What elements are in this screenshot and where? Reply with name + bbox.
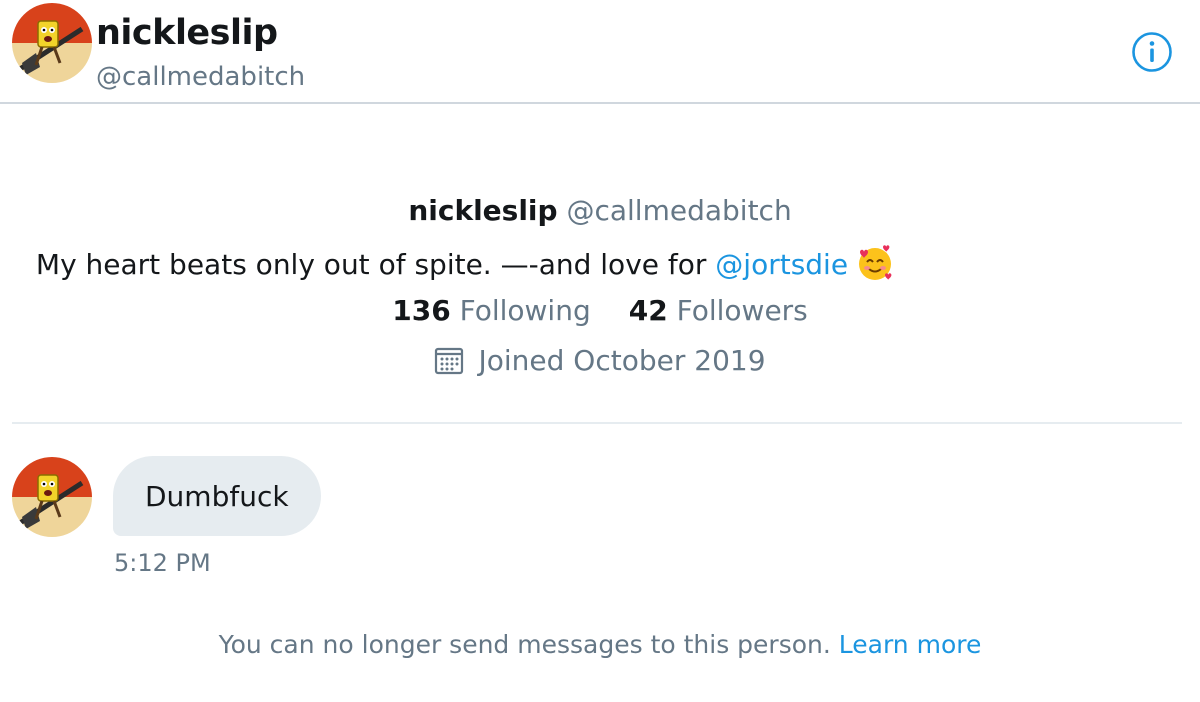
divider	[12, 422, 1182, 424]
message-avatar[interactable]	[12, 457, 92, 537]
profile-joined: Joined October 2019	[0, 344, 1200, 377]
following-count: 136	[392, 294, 451, 327]
message-timestamp: 5:12 PM	[114, 549, 211, 577]
bio-mention-link[interactable]: @jortsdie	[715, 248, 848, 281]
blocked-notice: You can no longer send messages to this …	[0, 630, 1200, 659]
notice-text: You can no longer send messages to this …	[218, 630, 839, 659]
smiling-face-with-hearts-icon	[856, 244, 894, 282]
following-label: Following	[459, 294, 591, 327]
conversation-header: nickleslip @callmedabitch	[0, 0, 1200, 104]
info-icon[interactable]	[1131, 31, 1173, 73]
profile-bio: My heart beats only out of spite. —-and …	[0, 244, 930, 282]
profile-summary: nickleslip @callmedabitch My heart beats…	[0, 104, 1200, 424]
profile-handle: @callmedabitch	[566, 194, 792, 227]
message-bubble[interactable]: Dumbfuck	[113, 456, 321, 536]
bio-text: My heart beats only out of spite. —-and …	[35, 248, 716, 281]
header-display-name[interactable]: nickleslip	[96, 13, 278, 53]
avatar[interactable]	[12, 3, 92, 83]
header-handle: @callmedabitch	[96, 62, 306, 92]
followers-link[interactable]: 42 Followers	[629, 294, 808, 327]
profile-display-name[interactable]: nickleslip	[408, 194, 557, 227]
profile-name-line: nickleslip @callmedabitch	[0, 194, 1200, 227]
following-link[interactable]: 136 Following	[392, 294, 591, 327]
learn-more-link[interactable]: Learn more	[839, 630, 982, 659]
followers-count: 42	[628, 294, 668, 327]
joined-date: Joined October 2019	[478, 344, 766, 377]
followers-label: Followers	[676, 294, 808, 327]
calendar-icon	[434, 345, 464, 375]
profile-stats: 136 Following 42 Followers	[0, 294, 1200, 327]
